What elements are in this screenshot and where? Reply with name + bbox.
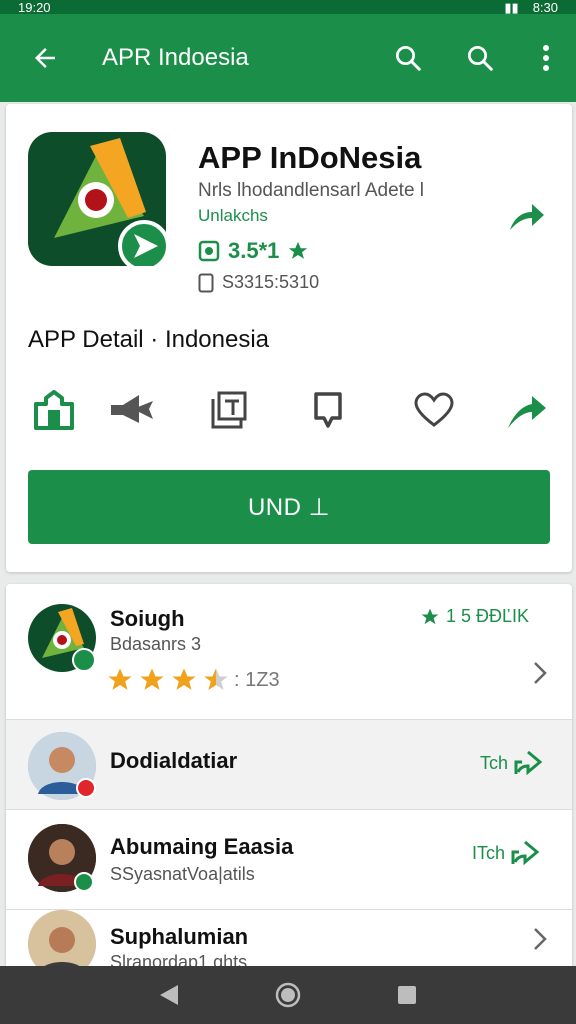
share-icon [508, 396, 546, 428]
list-item-action[interactable]: ITch [472, 840, 540, 866]
list-item[interactable]: Abumaing Eaasia SSyasnatVoa|atils ITch [6, 810, 572, 910]
list-item-rating-text: 1 5 ĐĐĽIK [446, 606, 530, 626]
share-button[interactable] [502, 192, 550, 240]
star-half-icon [204, 668, 228, 690]
share-icon [511, 840, 540, 866]
nav-home-icon [275, 982, 301, 1008]
store-button[interactable] [26, 382, 82, 438]
list-item-action-label: Tch [480, 752, 509, 773]
list-item[interactable]: Dodialdatiar Tch [6, 720, 572, 810]
install-button[interactable]: UND ⊥ [28, 470, 550, 544]
more-vert-icon [543, 45, 549, 71]
favorite-button[interactable] [406, 382, 462, 438]
nav-back-button[interactable] [149, 975, 189, 1015]
shield-icon [198, 240, 220, 262]
list-item-title: Abumaing Eaasia [110, 834, 294, 859]
list-item-title: Suphalumian [110, 924, 249, 949]
signal-icon: ▮▮ [504, 0, 519, 15]
list-item-subtitle: SSyasnatVoa|atils [110, 864, 255, 884]
list-item-action-label: ITch [472, 842, 506, 863]
phone-icon [198, 273, 214, 292]
back-button[interactable] [0, 14, 90, 102]
app-rating: 3.5*1 [198, 238, 309, 264]
app-logo-icon [28, 604, 96, 672]
status-icons: ▮▮ 8:30 [504, 1, 558, 14]
status-time-left: 19:20 [18, 0, 51, 15]
search-icon [468, 46, 493, 71]
star-rating-text: : 1Z3 [234, 668, 280, 691]
system-nav-bar [0, 966, 576, 1024]
store-icon [34, 390, 74, 430]
share-button-2[interactable] [498, 382, 554, 438]
promote-button[interactable] [104, 382, 160, 438]
bookmark-icon [314, 392, 342, 428]
star-icon [421, 608, 439, 624]
rating-value: 3.5*1 [228, 238, 280, 263]
share-icon [514, 750, 543, 776]
star-icon [140, 668, 164, 690]
overflow-menu-button[interactable] [516, 14, 576, 102]
search-button-2[interactable] [444, 14, 516, 102]
app-bar: APR Indoesia [0, 14, 576, 102]
star-icon [172, 668, 196, 690]
document-button[interactable] [200, 382, 256, 438]
list-item-rating: 1 5 ĐĐĽIK [420, 606, 529, 627]
nav-recents-button[interactable] [387, 975, 427, 1015]
app-detail-card: APP InDoNesia Nrls lhodandlensarl Adete … [6, 104, 572, 572]
search-icon [396, 46, 421, 71]
chevron-right-icon [532, 926, 548, 957]
chevron-right-icon [532, 660, 548, 691]
related-list: Soiugh Bdasanrs 3 1 5 ĐĐĽIK : 1Z3 Dodial… [6, 584, 572, 1024]
star-icon [108, 668, 132, 690]
list-item-title: Dodialdatiar [110, 748, 238, 773]
nav-recents-icon [397, 986, 416, 1004]
app-bar-title: APR Indoesia [102, 44, 249, 71]
detail-title: APP Detail · Indonesia [28, 326, 270, 353]
status-time-right: 8:30 [532, 0, 558, 15]
status-bar: 19:20 ▮▮ 8:30 [0, 0, 576, 14]
share-icon [510, 204, 544, 230]
list-item-title: Soiugh [110, 606, 185, 631]
app-size: S3315:5310 [198, 272, 319, 293]
app-subtitle: Nrls lhodandlensarl Adete l [198, 180, 425, 201]
nav-back-icon [160, 985, 179, 1005]
back-arrow-icon [35, 48, 55, 68]
app-developer-link[interactable]: Unlakchs [198, 206, 268, 226]
list-item-subtitle: Bdasanrs 3 [110, 634, 202, 654]
document-icon [211, 391, 247, 429]
app-logo-icon [28, 132, 170, 272]
search-button[interactable] [372, 14, 444, 102]
list-item[interactable]: Soiugh Bdasanrs 3 1 5 ĐĐĽIK : 1Z3 [6, 584, 572, 720]
list-item-action[interactable]: Tch [480, 750, 543, 776]
star-icon [289, 241, 308, 259]
app-name: APP InDoNesia [198, 140, 422, 175]
action-icon-row [6, 382, 572, 438]
avatar [28, 732, 96, 800]
megaphone-icon [111, 395, 153, 423]
bookmark-button[interactable] [300, 382, 356, 438]
heart-icon [414, 392, 454, 427]
avatar [28, 824, 96, 892]
star-rating: : 1Z3 [106, 666, 280, 694]
app-size-value: S3315:5310 [222, 272, 320, 292]
nav-home-button[interactable] [268, 975, 308, 1015]
